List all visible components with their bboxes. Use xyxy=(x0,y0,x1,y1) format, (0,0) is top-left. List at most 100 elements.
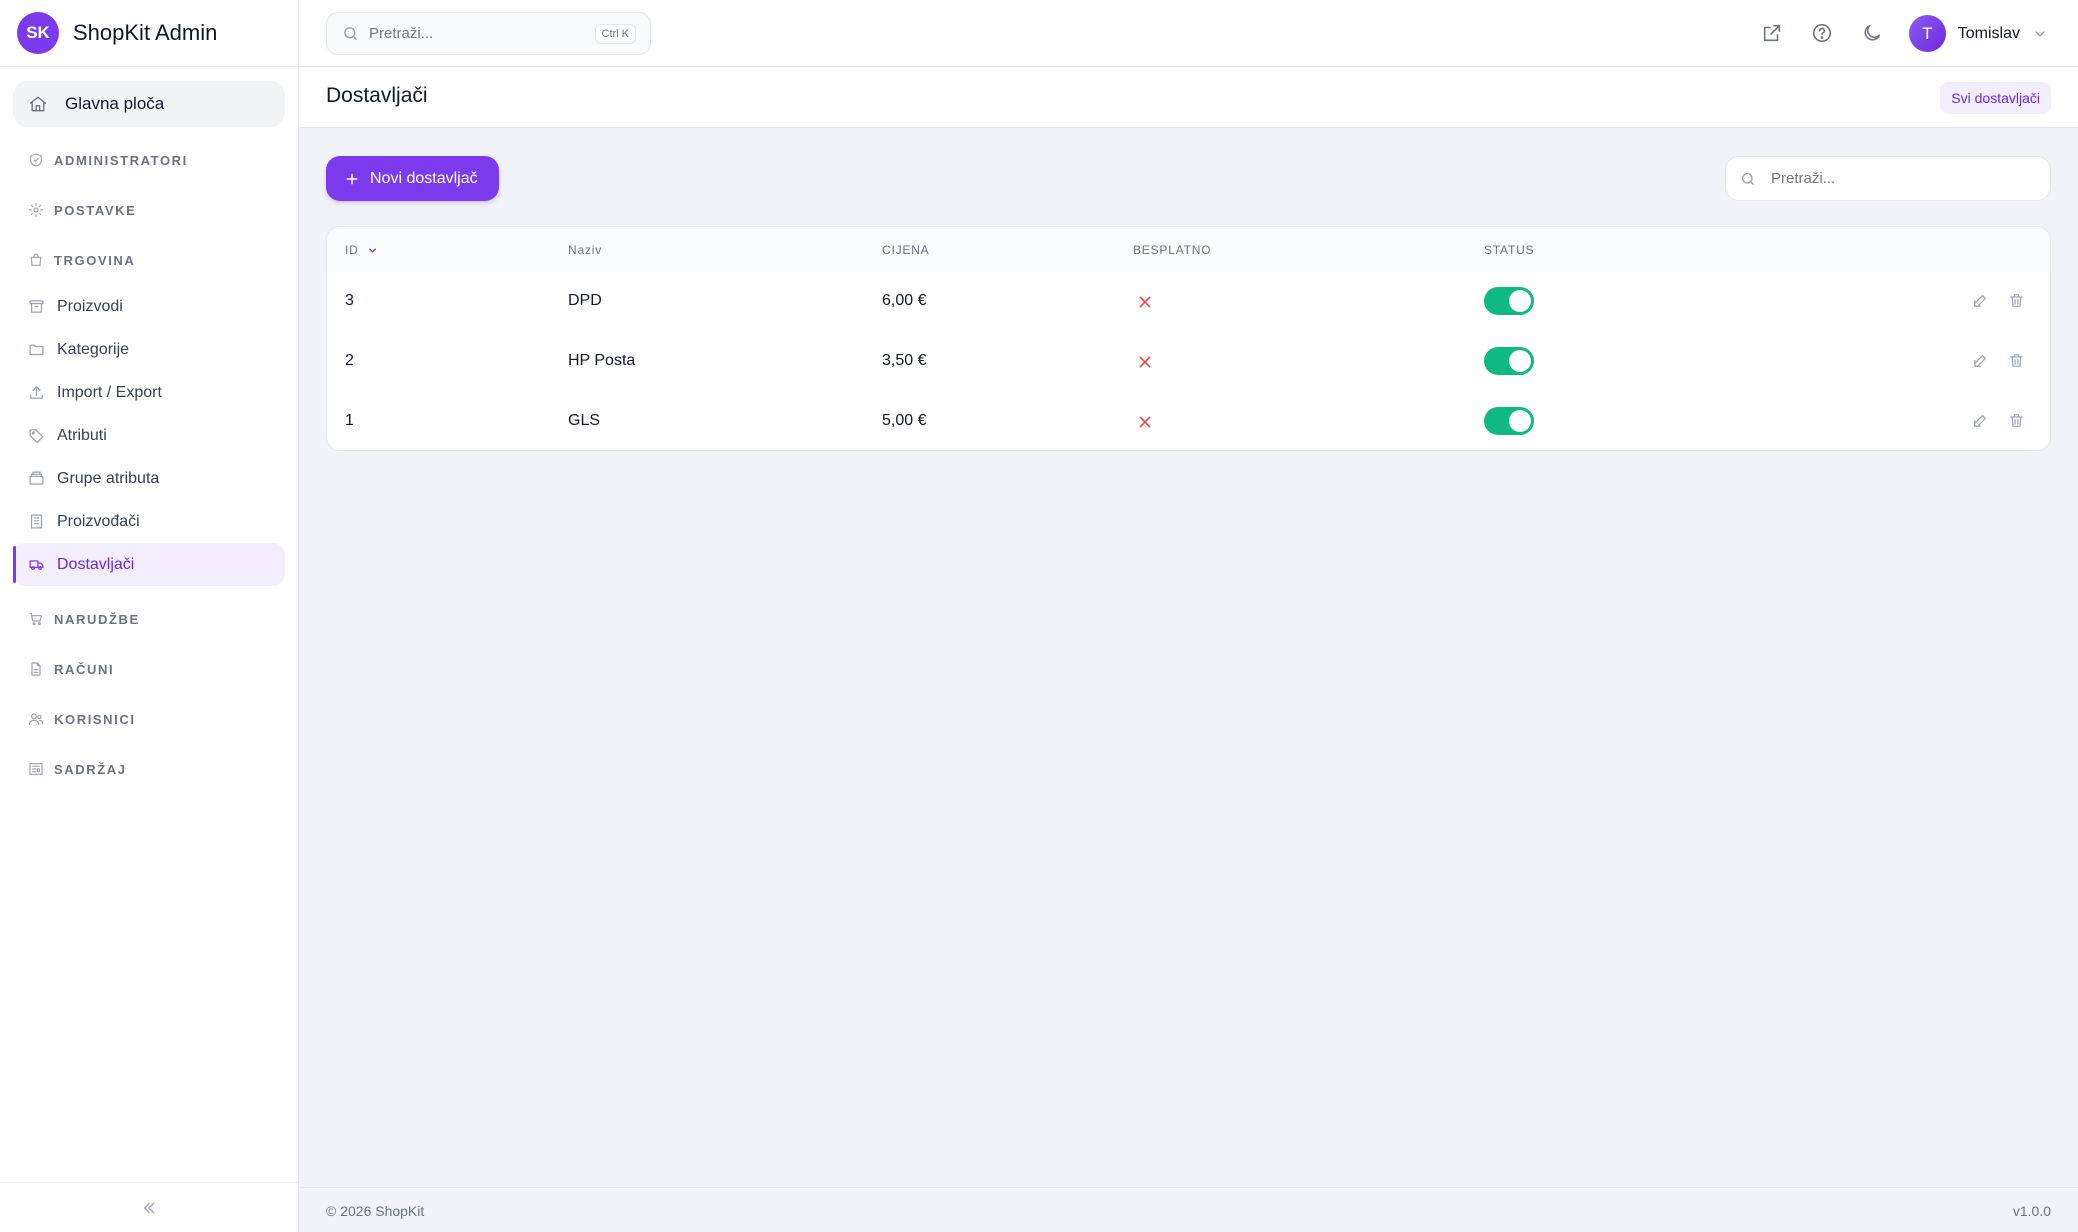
table-header: ID Naziv CIJENA BESPLATNO STATUS xyxy=(327,227,2050,272)
sidebar-section-users[interactable]: KORISNICI xyxy=(13,694,285,744)
column-header-id[interactable]: ID xyxy=(345,243,378,257)
sidebar-item-import-export[interactable]: Import / Export xyxy=(13,371,285,414)
cell-id: 3 xyxy=(345,292,354,309)
stack-icon xyxy=(29,471,44,485)
edit-button[interactable] xyxy=(1972,412,1992,432)
edit-button[interactable] xyxy=(1972,352,1992,372)
cell-price: 3,50 € xyxy=(882,352,927,369)
table-search[interactable] xyxy=(1725,156,2051,201)
status-toggle[interactable] xyxy=(1484,287,1534,315)
column-header-free[interactable]: BESPLATNO xyxy=(1133,243,1211,257)
toggle-knob xyxy=(1509,350,1531,372)
toggle-knob xyxy=(1509,290,1531,312)
help-button[interactable] xyxy=(1811,22,1835,46)
shield-icon xyxy=(30,153,42,167)
global-search[interactable]: Ctrl K xyxy=(326,12,651,55)
cell-price: 6,00 € xyxy=(882,292,927,309)
sidebar-section-label: RAČUNI xyxy=(54,661,115,677)
user-name: Tomislav xyxy=(1957,24,2020,42)
sidebar-nav: Glavna ploča ADMINISTRATORI POSTAVKE TRG… xyxy=(0,67,298,808)
sidebar-item-attribute-groups[interactable]: Grupe atributa xyxy=(13,457,285,500)
column-header-name[interactable]: Naziv xyxy=(568,243,602,257)
sidebar-item-carriers[interactable]: Dostavljači xyxy=(13,543,285,586)
false-x-icon xyxy=(1137,354,1153,370)
sidebar-section-settings[interactable]: POSTAVKE xyxy=(13,185,285,235)
sidebar-section-content[interactable]: SADRŽAJ xyxy=(13,744,285,794)
double-chevron-left-icon xyxy=(143,1202,155,1213)
sidebar-item-attributes[interactable]: Atributi xyxy=(13,414,285,457)
newspaper-icon xyxy=(29,763,43,775)
cell-price: 5,00 € xyxy=(882,412,927,429)
archive-icon xyxy=(29,300,44,313)
edit-icon xyxy=(1974,414,1987,427)
table-search-input[interactable] xyxy=(1771,170,2031,187)
sidebar-item-categories[interactable]: Kategorije xyxy=(13,328,285,371)
topbar-actions: T Tomislav xyxy=(1735,0,2048,67)
column-header-status[interactable]: STATUS xyxy=(1484,243,1534,257)
sidebar-item-label: Proizvođači xyxy=(57,512,140,530)
user-menu[interactable]: T Tomislav xyxy=(1908,15,2048,52)
edit-button[interactable] xyxy=(1972,292,1992,312)
page-header: Dostavljači Svi dostavljači xyxy=(299,67,2078,128)
sidebar-section-label: NARUDŽBE xyxy=(54,611,140,627)
delete-button[interactable] xyxy=(2008,352,2028,372)
moon-icon xyxy=(1864,24,1880,41)
trash-icon xyxy=(2010,414,2023,427)
page-footer: © 2026 ShopKit v1.0.0 xyxy=(299,1187,2078,1232)
delete-button[interactable] xyxy=(2008,412,2028,432)
carriers-table: ID Naziv CIJENA BESPLATNO STATUS 3 DPD 6… xyxy=(326,226,2051,451)
external-link-icon xyxy=(1763,24,1780,41)
edit-icon xyxy=(1974,354,1987,367)
search-icon xyxy=(344,27,357,40)
brand-name: ShopKit Admin xyxy=(73,20,218,45)
chevron-down-icon xyxy=(2035,30,2045,37)
copyright: © 2026 ShopKit xyxy=(326,1203,425,1219)
false-x-icon xyxy=(1137,414,1153,430)
open-storefront-button[interactable] xyxy=(1761,22,1785,46)
sidebar-item-label: Proizvodi xyxy=(57,297,123,315)
sidebar-section-administrators[interactable]: ADMINISTRATORI xyxy=(13,135,285,185)
trash-icon xyxy=(2010,294,2023,307)
delete-button[interactable] xyxy=(2008,292,2028,312)
sidebar: SK ShopKit Admin Glavna ploča ADMINISTRA… xyxy=(0,0,299,1232)
sidebar-item-label: Atributi xyxy=(57,426,107,444)
table-row: 3 DPD 6,00 € xyxy=(327,272,2050,332)
sidebar-item-manufacturers[interactable]: Proizvođači xyxy=(13,500,285,543)
status-toggle[interactable] xyxy=(1484,347,1534,375)
sidebar-section-orders[interactable]: NARUDŽBE xyxy=(13,594,285,644)
cell-name: DPD xyxy=(568,292,602,309)
topbar: Ctrl K T Tomislav xyxy=(299,0,2078,67)
cart-icon xyxy=(29,613,42,626)
sidebar-collapse-button[interactable] xyxy=(0,1182,298,1232)
new-carrier-button[interactable]: Novi dostavljač xyxy=(326,156,499,201)
table-row: 1 GLS 5,00 € xyxy=(327,392,2050,450)
search-icon xyxy=(1742,172,1754,185)
toggle-knob xyxy=(1509,410,1531,432)
document-icon xyxy=(31,662,41,676)
global-search-input[interactable] xyxy=(369,25,569,42)
sidebar-section-invoices[interactable]: RAČUNI xyxy=(13,644,285,694)
dark-mode-toggle[interactable] xyxy=(1861,22,1885,46)
sidebar-item-label: Grupe atributa xyxy=(57,469,160,487)
brand[interactable]: SK ShopKit Admin xyxy=(0,0,298,67)
sidebar-item-label: Kategorije xyxy=(57,340,130,358)
help-circle-icon xyxy=(1812,23,1831,42)
version: v1.0.0 xyxy=(2012,1203,2051,1219)
sidebar-section-shop[interactable]: TRGOVINA xyxy=(13,235,285,285)
search-shortcut-hint: Ctrl K xyxy=(594,24,636,44)
sidebar-section-label: POSTAVKE xyxy=(54,202,137,218)
new-carrier-label: Novi dostavljač xyxy=(370,169,478,187)
sidebar-item-products[interactable]: Proizvodi xyxy=(13,285,285,328)
breadcrumb[interactable]: Svi dostavljači xyxy=(1940,82,2051,114)
column-header-price[interactable]: CIJENA xyxy=(882,243,929,257)
sidebar-item-dashboard[interactable]: Glavna ploča xyxy=(13,81,285,127)
brand-logo: SK xyxy=(17,12,59,54)
false-x-icon xyxy=(1137,294,1153,310)
status-toggle[interactable] xyxy=(1484,407,1534,435)
building-icon xyxy=(30,514,43,529)
sidebar-section-label: SADRŽAJ xyxy=(54,761,127,777)
home-icon xyxy=(29,96,47,112)
folder-icon xyxy=(29,344,44,356)
sidebar-section-label: ADMINISTRATORI xyxy=(54,152,188,168)
sidebar-item-label: Import / Export xyxy=(57,383,162,401)
